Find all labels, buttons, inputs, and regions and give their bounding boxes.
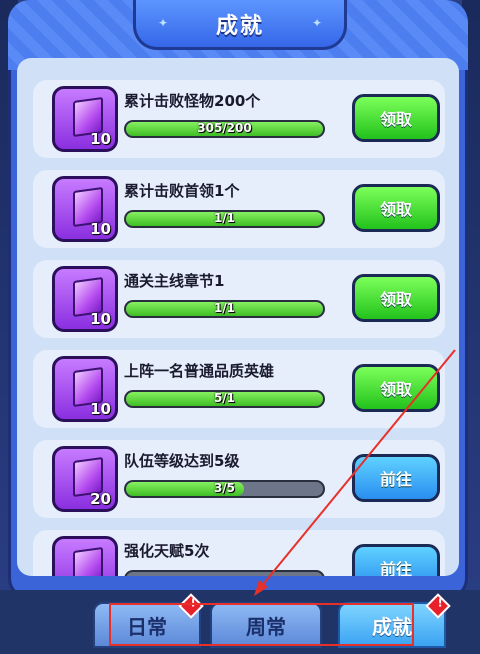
reward-gem-icon: 10 [52,266,118,332]
button-label: 前往 [379,470,412,489]
button-label: 前往 [379,560,412,576]
progress-bar: 1/1 [124,300,325,318]
claim-button[interactable]: 领取 [352,364,440,412]
task-card: 10 通关主线章节1 1/1 领取 [33,260,445,338]
sparkle-icon: ✦ [158,16,169,30]
task-list[interactable]: 10 累计击败怪物200个 305/200 领取 10 累计击败首领1个 1/1 领取 10 通关… [17,58,459,576]
progress-text: 305/200 [197,121,252,135]
task-title: 通关主线章节1 [124,272,225,290]
task-title: 队伍等级达到5级 [124,452,240,470]
reward-count: 10 [90,220,111,238]
progress-bar: 305/200 [124,120,325,138]
task-title: 累计击败首领1个 [124,182,240,200]
reward-gem-icon [52,536,118,576]
task-card: 10 累计击败怪物200个 305/200 领取 [33,80,445,158]
page-title: 成就 [215,13,264,39]
tab-label: 周常 [246,614,286,639]
task-title: 上阵一名普通品质英雄 [124,362,275,380]
tab-weekly[interactable]: 周常 [210,602,322,648]
progress-bar: 3/5 [124,480,325,498]
go-button[interactable]: 前往 [352,454,440,502]
task-card: 强化天赋5次前往 [33,530,445,576]
task-card: 10 上阵一名普通品质英雄 5/1 领取 [33,350,445,428]
reward-count: 10 [90,400,111,418]
reward-count: 10 [90,310,111,328]
progress-text: 5/1 [213,391,236,405]
progress-text: 3/5 [213,481,236,495]
title-plate: ✦ 成就 ✦ [133,0,347,50]
reward-gem-icon: 20 [52,446,118,512]
task-title: 强化天赋5次 [124,542,210,560]
gem-icon [73,546,103,576]
tab-label: 成就 [372,614,412,639]
progress-bar: 1/1 [124,210,325,228]
reward-gem-icon: 10 [52,86,118,152]
progress-text: 1/1 [213,301,236,315]
claim-button[interactable]: 领取 [352,184,440,232]
sparkle-icon: ✦ [311,16,322,30]
reward-gem-icon: 10 [52,176,118,242]
claim-button[interactable]: 领取 [352,94,440,142]
tab-label: 日常 [127,614,167,639]
claim-button[interactable]: 领取 [352,274,440,322]
button-label: 领取 [379,380,412,399]
progress-text: 1/1 [213,211,236,225]
go-button[interactable]: 前往 [352,544,440,576]
button-label: 领取 [379,200,412,219]
reward-gem-icon: 10 [52,356,118,422]
task-card: 10 累计击败首领1个 1/1 领取 [33,170,445,248]
progress-bar: 5/1 [124,390,325,408]
button-label: 领取 [379,110,412,129]
task-card: 20 队伍等级达到5级 3/5 前往 [33,440,445,518]
reward-count: 10 [90,130,111,148]
reward-count: 20 [90,490,111,508]
button-label: 领取 [379,290,412,309]
progress-bar [124,570,325,576]
task-title: 累计击败怪物200个 [124,92,261,110]
